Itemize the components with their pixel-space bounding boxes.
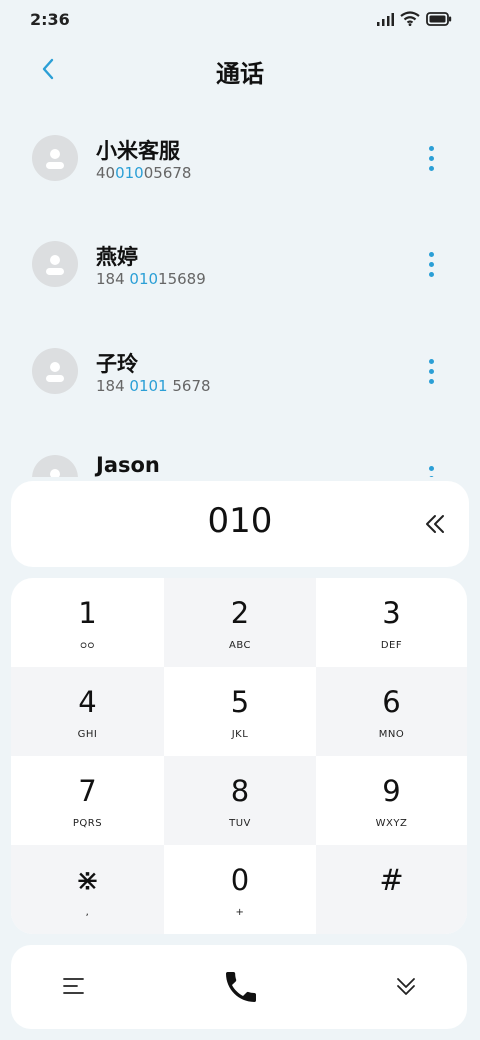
key-letters: JKL: [231, 729, 249, 740]
avatar: [32, 455, 78, 477]
bottom-action-bar: [11, 945, 467, 1029]
key-digit: 3: [382, 596, 401, 630]
number-match: 0101: [129, 377, 168, 395]
number-part: 5678: [167, 377, 211, 395]
phone-icon: [226, 972, 256, 1002]
key-letters: MNO: [378, 729, 405, 740]
key-digit: #: [379, 863, 404, 897]
signal-icon: [377, 12, 394, 26]
contact-number: 184 01015689: [96, 270, 206, 288]
key-digit: 7: [78, 774, 97, 808]
key-letters: PQRS: [72, 818, 103, 829]
more-options-button[interactable]: [424, 351, 438, 391]
dot-icon: [428, 251, 434, 257]
contact-item[interactable]: Jason: [0, 425, 480, 477]
avatar: [32, 135, 78, 181]
avatar: [32, 241, 78, 287]
key-letters: TUV: [229, 818, 251, 829]
key-letters: GHI: [77, 729, 98, 740]
contact-name: 燕婷: [96, 245, 138, 269]
contact-name: 小米客服: [96, 139, 180, 163]
number-part: 184: [96, 377, 130, 395]
dot-icon: [428, 465, 434, 471]
key-digit: 4: [78, 685, 97, 719]
key-digit: 2: [230, 596, 250, 630]
status-bar: 2:36: [0, 0, 480, 40]
key-0[interactable]: 0 +: [164, 845, 316, 934]
contact-name: 子玲: [96, 352, 138, 376]
contact-list: 小米客服 4001005678 燕婷 184 01015689 子玲 184 0…: [0, 105, 480, 477]
page-title: 通话: [216, 60, 264, 88]
key-digit: 1: [78, 596, 97, 630]
key-4[interactable]: 4 GHI: [11, 667, 164, 756]
key-letters: ABC: [228, 640, 251, 651]
person-icon: [46, 255, 64, 275]
key-letters: ᴑᴑ: [80, 640, 95, 651]
backspace-icon: [426, 515, 444, 533]
number-part: 15689: [158, 270, 206, 288]
battery-icon: [426, 11, 452, 26]
dot-icon: [428, 475, 434, 477]
contact-number: 4001005678: [96, 164, 191, 182]
key-5[interactable]: 5 JKL: [164, 667, 316, 756]
dot-icon: [428, 261, 434, 267]
dot-icon: [428, 165, 434, 171]
key-letters: DEF: [380, 640, 403, 651]
double-chevron-down-icon: [397, 978, 415, 995]
key-3[interactable]: 3 DEF: [316, 578, 467, 667]
dot-icon: [428, 271, 434, 277]
key-letters: +: [235, 907, 245, 918]
status-icons: [376, 11, 452, 26]
person-icon: [46, 149, 64, 169]
key-letters: ,: [85, 907, 90, 918]
call-button[interactable]: [221, 967, 261, 1007]
status-time: 2:36: [30, 10, 70, 29]
person-icon: [50, 469, 60, 477]
key-1[interactable]: 1 ᴑᴑ: [11, 578, 164, 667]
key-8[interactable]: 8 TUV: [164, 756, 316, 845]
contact-item[interactable]: 小米客服 4001005678: [0, 105, 480, 211]
key-9[interactable]: 9 WXYZ: [316, 756, 467, 845]
dial-display: 010: [11, 481, 469, 567]
dot-icon: [428, 145, 434, 151]
more-options-button[interactable]: [424, 458, 438, 477]
dot-icon: [428, 358, 434, 364]
key-2[interactable]: 2 ABC: [164, 578, 316, 667]
key-digit: ⋇: [75, 863, 100, 897]
contact-item[interactable]: 燕婷 184 01015689: [0, 211, 480, 317]
key-digit: 5: [230, 685, 250, 719]
backspace-button[interactable]: [417, 506, 453, 542]
contact-item[interactable]: 子玲 184 0101 5678: [0, 318, 480, 424]
contact-number: 184 0101 5678: [96, 377, 211, 395]
wifi-icon: [400, 11, 420, 26]
key-hash[interactable]: #: [316, 845, 467, 934]
dot-icon: [428, 378, 434, 384]
dial-keypad: 1 ᴑᴑ 2 ABC 3 DEF 4 GHI 5 JKL 6 MNO 7 PQRS 8 TUV …: [11, 578, 467, 934]
key-7[interactable]: 7 PQRS: [11, 756, 164, 845]
dot-icon: [428, 368, 434, 374]
avatar: [32, 348, 78, 394]
number-part: 184: [96, 270, 130, 288]
number-match: 010: [129, 270, 159, 288]
key-digit: 8: [230, 774, 250, 808]
key-6[interactable]: 6 MNO: [316, 667, 467, 756]
dialed-number[interactable]: 010: [11, 501, 469, 541]
dot-icon: [428, 155, 434, 161]
key-star[interactable]: ⋇,: [11, 845, 164, 934]
more-options-button[interactable]: [424, 244, 438, 284]
number-part: 40: [96, 164, 116, 182]
menu-button[interactable]: [59, 971, 89, 1001]
key-digit: 0: [230, 863, 250, 897]
key-digit: 6: [382, 685, 401, 719]
more-options-button[interactable]: [424, 138, 438, 178]
collapse-keypad-button[interactable]: [391, 971, 421, 1001]
number-match: 010: [115, 164, 144, 182]
contact-name: Jason: [96, 453, 160, 477]
number-part: 05678: [143, 164, 192, 182]
key-digit: 9: [382, 774, 401, 808]
key-letters: WXYZ: [375, 818, 408, 829]
menu-icon: [63, 978, 84, 994]
person-icon: [46, 362, 64, 382]
